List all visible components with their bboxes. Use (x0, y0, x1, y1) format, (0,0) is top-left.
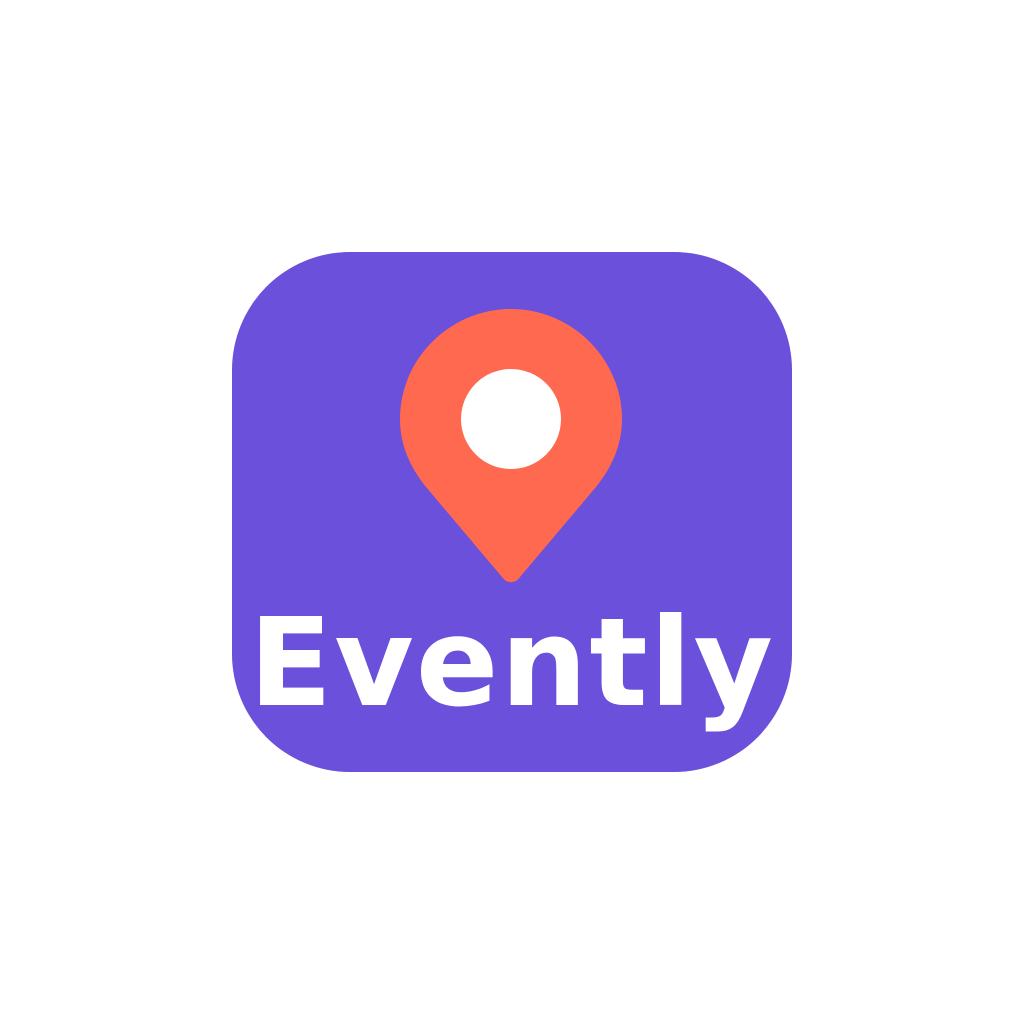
page-canvas: Evently (0, 0, 1024, 1024)
pin-hole (461, 369, 561, 469)
map-pin-icon (400, 309, 622, 586)
app-name-wordmark: Evently (248, 592, 776, 734)
